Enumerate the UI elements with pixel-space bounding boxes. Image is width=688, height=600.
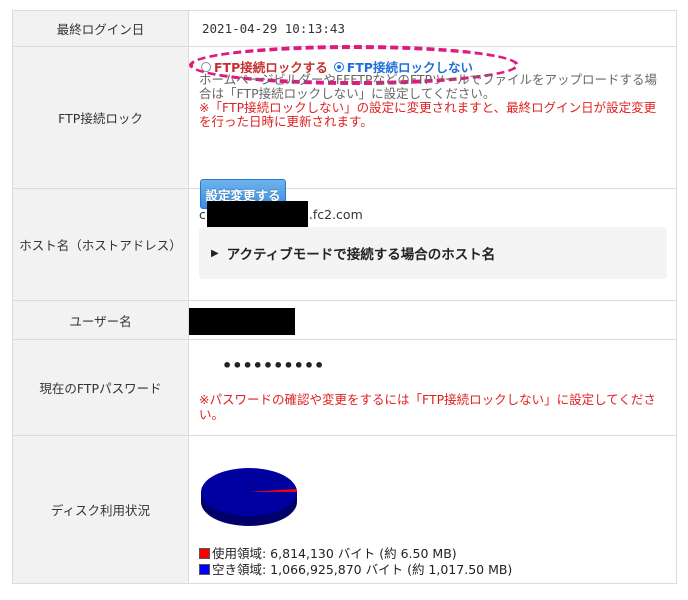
row-last-login: 最終ログイン日 2021-04-29 10:13:43 [12,11,677,47]
last-login-label: 最終ログイン日 [13,11,189,46]
last-login-value-cell: 2021-04-29 10:13:43 [189,11,676,46]
disk-usage-cell: 使用領域: 6,814,130 バイト (約 6.50 MB) 空き領域: 1,… [189,436,676,583]
disk-usage-pie-chart [201,468,297,526]
active-mode-host-accordion-label: アクティブモードで接続する場合のホスト名 [226,247,496,263]
ftp-lock-label: FTP接続ロック [13,47,189,188]
legend-free-label: 空き領域: 1,066,925,870 バイト (約 1,017.50 MB) [212,562,513,577]
legend-free: 空き領域: 1,066,925,870 バイト (約 1,017.50 MB) [199,562,512,578]
password-label: 現在のFTPパスワード [13,340,189,435]
radio-ftp-unlock-circle[interactable] [333,61,344,72]
radio-ftp-lock-circle[interactable] [201,61,211,72]
host-cell: c .fc2.com ▶ アクティブモードで接続する場合のホスト名 [189,189,676,300]
disclosure-triangle-icon: ▶ [211,247,219,259]
last-login-value: 2021-04-29 10:13:43 [202,21,345,36]
host-suffix: .fc2.com [308,206,363,222]
row-password: 現在のFTPパスワード •••••••••• ※パスワードの確認や変更をするには… [12,340,677,436]
row-disk-usage: ディスク利用状況 使用領域: 6,814,130 バイト (約 6.50 MB)… [12,436,677,584]
legend-free-swatch [199,564,210,575]
row-username: ユーザー名 [12,301,677,340]
host-label: ホスト名（ホストアドレス） [13,189,189,300]
ftp-lock-cell: FTP接続ロックする FTP接続ロックしない ホームページビルダーやFFFTPな… [189,45,676,209]
username-label: ユーザー名 [13,301,189,339]
row-host: ホスト名（ホストアドレス） c .fc2.com ▶ アクティブモードで接続する… [12,189,677,301]
ftp-lock-warning: ※「FTP接続ロックしない」の設定に変更されますと、最終ログイン日が設定変更を行… [199,100,657,129]
ftp-lock-description: ホームページビルダーやFFFTPなどのFTPツールでファイルをアップロードする場… [199,73,666,129]
ftp-lock-note: ホームページビルダーやFFFTPなどのFTPツールでファイルをアップロードする場… [199,72,658,101]
password-cell: •••••••••• ※パスワードの確認や変更をするには「FTP接続ロックしない… [189,340,676,435]
disk-usage-legend: 使用領域: 6,814,130 バイト (約 6.50 MB) 空き領域: 1,… [199,546,512,578]
host-value: c .fc2.com [199,201,363,227]
row-ftp-lock: FTP接続ロック FTP接続ロックする FTP接続ロックしない ホームページビル… [12,45,677,209]
legend-used-label: 使用領域: 6,814,130 バイト (約 6.50 MB) [212,546,457,561]
redaction-box [189,308,295,335]
ftp-settings-table: 最終ログイン日 2021-04-29 10:13:43 FTP接続ロック FTP… [12,10,677,584]
host-prefix: c [199,206,206,222]
legend-used: 使用領域: 6,814,130 バイト (約 6.50 MB) [199,546,512,562]
legend-used-swatch [199,548,210,559]
username-cell [189,301,676,339]
password-note: ※パスワードの確認や変更をするには「FTP接続ロックしない」に設定してください。 [199,392,656,422]
redaction-box [206,201,308,227]
active-mode-host-accordion[interactable]: ▶ アクティブモードで接続する場合のホスト名 [199,227,667,279]
password-mask: •••••••••• [222,356,325,375]
disk-usage-label: ディスク利用状況 [13,436,189,583]
